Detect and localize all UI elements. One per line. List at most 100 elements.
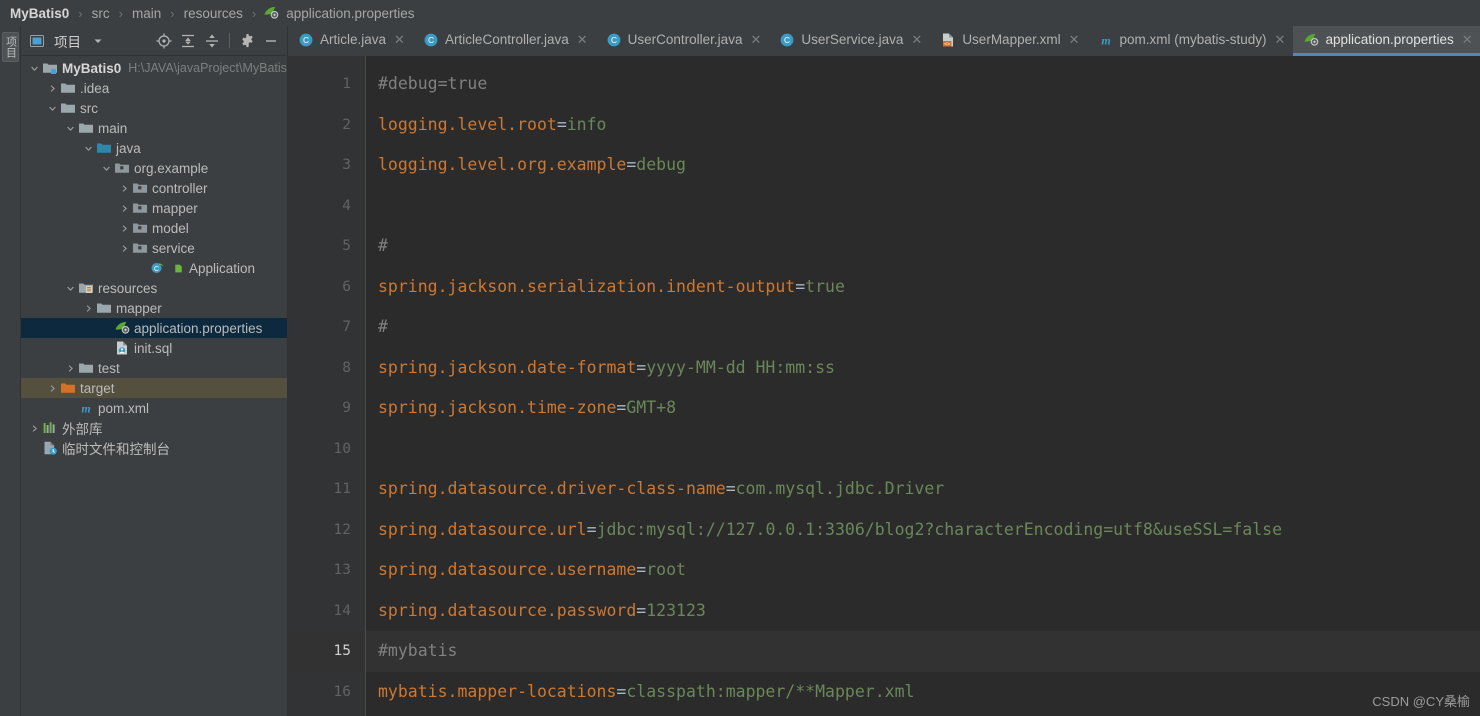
editor-gutter[interactable]: 1 2 3 4 5 6 7 8 9 10 11 12 13 14 15 16 <box>288 56 366 716</box>
chevron-down-icon[interactable] <box>63 124 77 133</box>
tree-node-临时文件和控制台[interactable]: 临时文件和控制台 <box>21 438 287 458</box>
editor-tab-application.properties[interactable]: application.properties ✕ <box>1293 26 1480 56</box>
gutter-line-number[interactable]: 8 <box>288 348 365 389</box>
gutter-line-number[interactable]: 3 <box>288 145 365 186</box>
gutter-line-number[interactable]: 12 <box>288 510 365 551</box>
close-icon[interactable]: ✕ <box>1275 32 1286 48</box>
project-tree[interactable]: MyBatis0 H:\JAVA\javaProject\MyBatis .idea… <box>21 56 287 716</box>
tree-node-java[interactable]: java <box>21 138 287 158</box>
tree-node-application.properties[interactable]: application.properties <box>21 318 287 338</box>
tree-node-target[interactable]: target <box>21 378 287 398</box>
chevron-down-icon[interactable] <box>63 284 77 293</box>
folder-icon <box>59 100 76 116</box>
chevron-right-icon[interactable] <box>27 424 41 433</box>
code-line[interactable] <box>366 186 1480 227</box>
gutter-line-number[interactable]: 16 <box>288 672 365 713</box>
gutter-line-number[interactable]: 2 <box>288 105 365 146</box>
chevron-right-icon[interactable] <box>117 244 131 253</box>
chevron-right-icon[interactable] <box>117 224 131 233</box>
chevron-down-icon[interactable] <box>87 30 109 52</box>
gutter-line-number[interactable]: 9 <box>288 388 365 429</box>
chevron-down-icon[interactable] <box>27 64 41 73</box>
editor-tab-UserController.java[interactable]: C UserController.java ✕ <box>596 26 770 56</box>
minimize-icon[interactable] <box>260 30 282 52</box>
editor-tab-UserService.java[interactable]: C UserService.java ✕ <box>769 26 930 56</box>
gutter-line-number[interactable]: 1 <box>288 64 365 105</box>
code-line[interactable]: logging.level.org.example=debug <box>366 145 1480 186</box>
gutter-line-number[interactable]: 5 <box>288 226 365 267</box>
chevron-right-icon[interactable] <box>81 304 95 313</box>
code-line[interactable]: # <box>366 307 1480 348</box>
close-icon[interactable]: ✕ <box>577 32 588 48</box>
tree-node-main[interactable]: main <box>21 118 287 138</box>
code-line[interactable]: spring.datasource.url=jdbc:mysql://127.0… <box>366 510 1480 551</box>
gutter-line-number[interactable]: 11 <box>288 469 365 510</box>
tree-node-Application[interactable]: C Application <box>21 258 287 278</box>
tree-node-pom.xml[interactable]: m pom.xml <box>21 398 287 418</box>
tree-node-label: application.properties <box>134 320 263 336</box>
tree-node-resources[interactable]: resources <box>21 278 287 298</box>
close-icon[interactable]: ✕ <box>911 32 922 48</box>
chevron-right-icon[interactable] <box>45 384 59 393</box>
tree-node-test[interactable]: test <box>21 358 287 378</box>
tree-node-src[interactable]: src <box>21 98 287 118</box>
chevron-right-icon[interactable] <box>117 184 131 193</box>
editor-tab-bar[interactable]: C Article.java ✕ C ArticleController.java ✕ C U… <box>288 26 1480 56</box>
tree-node-MyBatis0[interactable]: MyBatis0 H:\JAVA\javaProject\MyBatis <box>21 58 287 78</box>
tree-node-外部库[interactable]: 外部库 <box>21 418 287 438</box>
gutter-line-number[interactable]: 14 <box>288 591 365 632</box>
chevron-down-icon[interactable] <box>99 164 113 173</box>
code-line[interactable]: spring.datasource.driver-class-name=com.… <box>366 469 1480 510</box>
gutter-line-number[interactable]: 7 <box>288 307 365 348</box>
editor-tab-ArticleController.java[interactable]: C ArticleController.java ✕ <box>413 26 596 56</box>
code-line[interactable]: spring.datasource.password=123123 <box>366 591 1480 632</box>
breadcrumb-item-main[interactable]: main <box>130 6 163 21</box>
editor-tab-Article.java[interactable]: C Article.java ✕ <box>288 26 413 56</box>
gutter-line-number[interactable]: 10 <box>288 429 365 470</box>
gutter-line-number[interactable]: 4 <box>288 186 365 227</box>
tree-node-org.example[interactable]: org.example <box>21 158 287 178</box>
code-line[interactable]: spring.jackson.date-format=yyyy-MM-dd HH… <box>366 348 1480 389</box>
close-icon[interactable]: ✕ <box>750 32 761 48</box>
gutter-line-number[interactable]: 13 <box>288 550 365 591</box>
chevron-down-icon[interactable] <box>81 144 95 153</box>
code-line[interactable]: spring.jackson.serialization.indent-outp… <box>366 267 1480 308</box>
code-line[interactable]: # <box>366 226 1480 267</box>
tree-node-.idea[interactable]: .idea <box>21 78 287 98</box>
chevron-right-icon[interactable] <box>45 84 59 93</box>
code-line[interactable]: spring.datasource.username=root <box>366 550 1480 591</box>
close-icon[interactable]: ✕ <box>1069 32 1080 48</box>
chevron-down-icon[interactable] <box>45 104 59 113</box>
tree-node-mapper[interactable]: mapper <box>21 198 287 218</box>
editor-tab-UserMapper.xml[interactable]: <> UserMapper.xml ✕ <box>930 26 1087 56</box>
breadcrumb-item-resources[interactable]: resources <box>182 6 245 21</box>
editor-code-area[interactable]: #debug=true logging.level.root=info loggin… <box>366 56 1480 716</box>
code-line[interactable]: logging.level.root=info <box>366 105 1480 146</box>
locate-target-icon[interactable] <box>153 30 175 52</box>
tree-node-service[interactable]: service <box>21 238 287 258</box>
breadcrumb-item-file[interactable]: application.properties <box>263 5 416 21</box>
chevron-right-icon[interactable] <box>117 204 131 213</box>
code-line[interactable]: spring.jackson.time-zone=GMT+8 <box>366 388 1480 429</box>
code-line[interactable]: mybatis.mapper-locations=classpath:mappe… <box>366 672 1480 713</box>
chevron-right-icon[interactable] <box>63 364 77 373</box>
tool-stripe-project-button[interactable]: 项目 <box>1 32 19 62</box>
gutter-line-number[interactable]: 6 <box>288 267 365 308</box>
gear-icon[interactable] <box>236 30 258 52</box>
close-icon[interactable]: ✕ <box>1462 32 1473 48</box>
tree-node-mapper[interactable]: mapper <box>21 298 287 318</box>
code-line[interactable]: #debug=true <box>366 64 1480 105</box>
gutter-line-number[interactable]: 15 <box>288 631 365 672</box>
close-icon[interactable]: ✕ <box>394 32 405 48</box>
code-line[interactable]: #mybatis <box>366 631 1480 672</box>
breadcrumb-item-root[interactable]: MyBatis0 <box>8 6 71 21</box>
breadcrumb-item-src[interactable]: src <box>90 6 112 21</box>
tree-node-controller[interactable]: controller <box>21 178 287 198</box>
tree-node-model[interactable]: model <box>21 218 287 238</box>
code-line[interactable] <box>366 429 1480 470</box>
tree-node-init.sql[interactable]: init.sql <box>21 338 287 358</box>
collapse-all-icon[interactable] <box>201 30 223 52</box>
expand-all-icon[interactable] <box>177 30 199 52</box>
project-title[interactable]: 项目 <box>50 31 85 51</box>
editor-tab-pom.xml[interactable]: m pom.xml (mybatis-study) ✕ <box>1088 26 1294 56</box>
